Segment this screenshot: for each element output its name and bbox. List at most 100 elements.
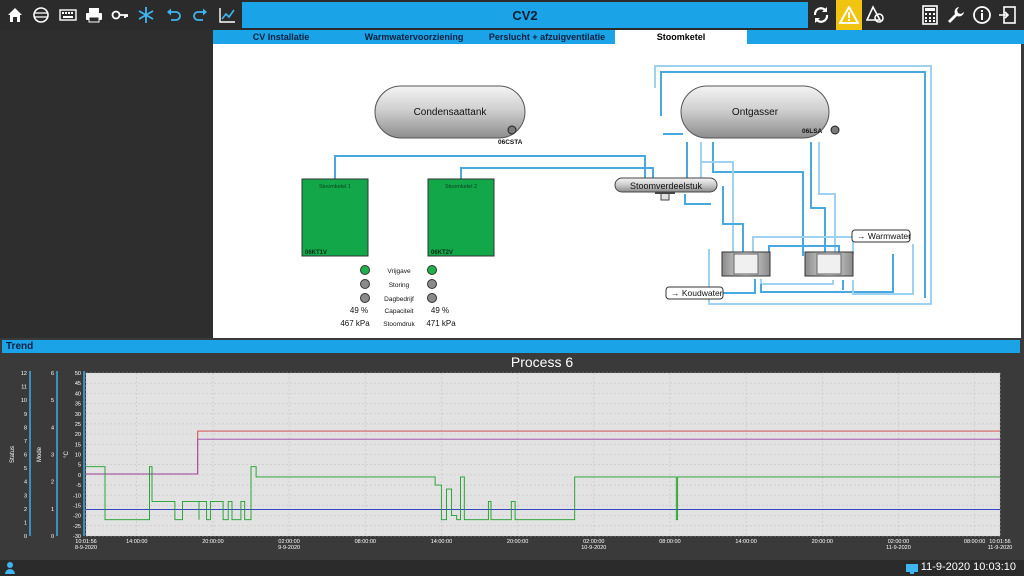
tab-warmwatervoorziening[interactable]: Warmwatervoorziening	[359, 30, 469, 44]
y-tick-label: 1	[24, 520, 27, 526]
snowflake-icon[interactable]	[134, 3, 158, 27]
alarm-shapes-icon[interactable]	[864, 3, 888, 27]
x-tick-label: 08:00:00	[659, 539, 680, 545]
condensaattank-tag: 06CSTA	[498, 139, 523, 146]
key-icon[interactable]	[108, 3, 132, 27]
ketel1-stoomdruk: 467 kPa	[340, 319, 370, 328]
x-tick-label: 20:00:00	[202, 539, 223, 545]
stoomketel-1[interactable]: Stoomketel 1 06KT1V	[301, 178, 369, 257]
trend-panel: Process 6 10:01:56 8-9-2020 14:00:00 20:00:…	[0, 353, 1024, 560]
x-tick-date: 11-9-2020	[988, 545, 1013, 551]
ontgasser[interactable]: Ontgasser 06LSA	[680, 85, 840, 139]
koudwater-label: → Koudwater	[671, 288, 723, 298]
tab-perslucht[interactable]: Perslucht + afzuigventilatie	[481, 30, 613, 44]
calculator-icon[interactable]	[918, 3, 942, 27]
monitor-icon[interactable]	[905, 562, 919, 576]
y-tick-label: 6	[51, 371, 54, 377]
warmwater-connector[interactable]: → Warmwater	[851, 229, 911, 243]
y-tick-label: 1	[51, 507, 54, 513]
ketel1-capaciteit: 49 %	[350, 306, 368, 315]
condensaattank-label: Condensaattank	[414, 107, 488, 118]
y-tick-label: 9	[24, 412, 27, 418]
boiler-status-grid: Vrijgave Storing Dagbedrijf Capaciteit S…	[340, 265, 456, 328]
y-tick-label: -30	[73, 534, 81, 540]
ketel2-vrijgave-led	[427, 265, 437, 275]
y-tick-label: 0	[51, 534, 54, 540]
y-tick-label: 10	[75, 453, 81, 459]
y-tick-label: 10	[21, 398, 27, 404]
globe-icon[interactable]	[29, 3, 53, 27]
tab-stoomketel[interactable]: Stoomketel	[615, 30, 747, 45]
y-axis-label: Status	[10, 446, 16, 463]
ketel2-dagbedrijf-led	[427, 293, 437, 303]
x-tick-label: 08:00:00	[964, 539, 985, 545]
y-tick-label: 7	[24, 439, 27, 445]
top-toolbar: CV2	[0, 0, 1024, 30]
y-tick-label: 20	[75, 432, 81, 438]
redo-icon[interactable]	[188, 3, 212, 27]
x-tick-label: 20:00:00	[812, 539, 833, 545]
ketel1-label: Stoomketel 1	[319, 184, 351, 190]
label-stoomdruk: Stoomdruk	[383, 321, 415, 328]
y-tick-label: 5	[51, 398, 54, 404]
condensaattank[interactable]: Condensaattank 06CSTA	[374, 85, 526, 146]
y-tick-label: 30	[75, 412, 81, 418]
y-tick-label: -10	[73, 493, 81, 499]
y-tick-label: -20	[73, 514, 81, 520]
ontgasser-label: Ontgasser	[732, 107, 779, 118]
y-tick-label: 2	[24, 507, 27, 513]
koudwater-connector[interactable]: → Koudwater	[665, 286, 724, 300]
tab-bar: CV Installatie Warmwatervoorziening Pers…	[213, 30, 1024, 45]
heat-exchanger-2[interactable]	[804, 251, 854, 277]
x-tick-label: 14:00:00	[126, 539, 147, 545]
status-datetime: 11-9-2020 10:03:10	[920, 561, 1016, 573]
label-capaciteit: Capaciteit	[385, 308, 414, 315]
process-schematic: Condensaattank 06CSTA Ontgasser 06LSA St…	[213, 44, 1021, 338]
home-icon[interactable]	[3, 3, 27, 27]
undo-icon[interactable]	[162, 3, 186, 27]
trend-header: Trend	[2, 340, 1020, 353]
y-tick-label: 2	[51, 480, 54, 486]
chart-icon[interactable]	[215, 3, 239, 27]
info-icon[interactable]	[970, 3, 994, 27]
y-tick-label: 4	[24, 480, 27, 486]
y-tick-label: 45	[75, 381, 81, 387]
exit-icon[interactable]	[996, 3, 1020, 27]
y-tick-label: 6	[24, 453, 27, 459]
y-tick-label: 5	[78, 463, 81, 469]
status-bar: 11-9-2020 10:03:10	[0, 560, 1024, 576]
y-tick-label: 3	[24, 493, 27, 499]
printer-icon[interactable]	[82, 3, 106, 27]
app-window: CV2 CV Installatie Warmwatervoorziening …	[0, 0, 1024, 576]
ketel2-capaciteit: 49 %	[431, 306, 449, 315]
ketel1-storing-led	[360, 279, 370, 289]
tab-cv-installatie[interactable]: CV Installatie	[233, 30, 329, 44]
keyboard-icon[interactable]	[56, 3, 80, 27]
heat-exchanger-1[interactable]	[721, 251, 771, 277]
ketel2-stoomdruk: 471 kPa	[426, 319, 456, 328]
x-tick-label: 14:00:00	[431, 539, 452, 545]
ketel1-tag: 06KT1V	[305, 250, 327, 256]
y-axis-label: °C	[64, 450, 70, 457]
user-icon[interactable]	[4, 561, 16, 576]
y-tick-label: 8	[24, 425, 27, 431]
x-tick-label: 14:00:00	[735, 539, 756, 545]
refresh-icon[interactable]	[809, 3, 833, 27]
ketel2-storing-led	[427, 279, 437, 289]
ontgasser-tag: 06LSA	[802, 128, 823, 135]
y-tick-label: 4	[51, 425, 54, 431]
stoomverdeelstuk-label: Stoomverdeelstuk	[630, 181, 703, 191]
stoomverdeelstuk[interactable]: Stoomverdeelstuk	[614, 177, 718, 201]
wrench-icon[interactable]	[944, 3, 968, 27]
y-tick-label: 3	[51, 453, 54, 459]
stoomketel-2[interactable]: Stoomketel 2 06KT2V	[427, 178, 495, 257]
y-tick-label: 25	[75, 422, 81, 428]
y-tick-label: 40	[75, 391, 81, 397]
y-tick-label: 11	[21, 385, 27, 391]
y-tick-label: 5	[24, 466, 27, 472]
schematic-diagram: Condensaattank 06CSTA Ontgasser 06LSA St…	[301, 65, 932, 328]
trend-chart[interactable]: Process 6 10:01:568-9-202014:00:00 20:00:…	[0, 353, 1024, 560]
y-tick-label: 12	[21, 371, 27, 377]
y-tick-label: 35	[75, 402, 81, 408]
warning-indicator[interactable]	[836, 0, 862, 30]
